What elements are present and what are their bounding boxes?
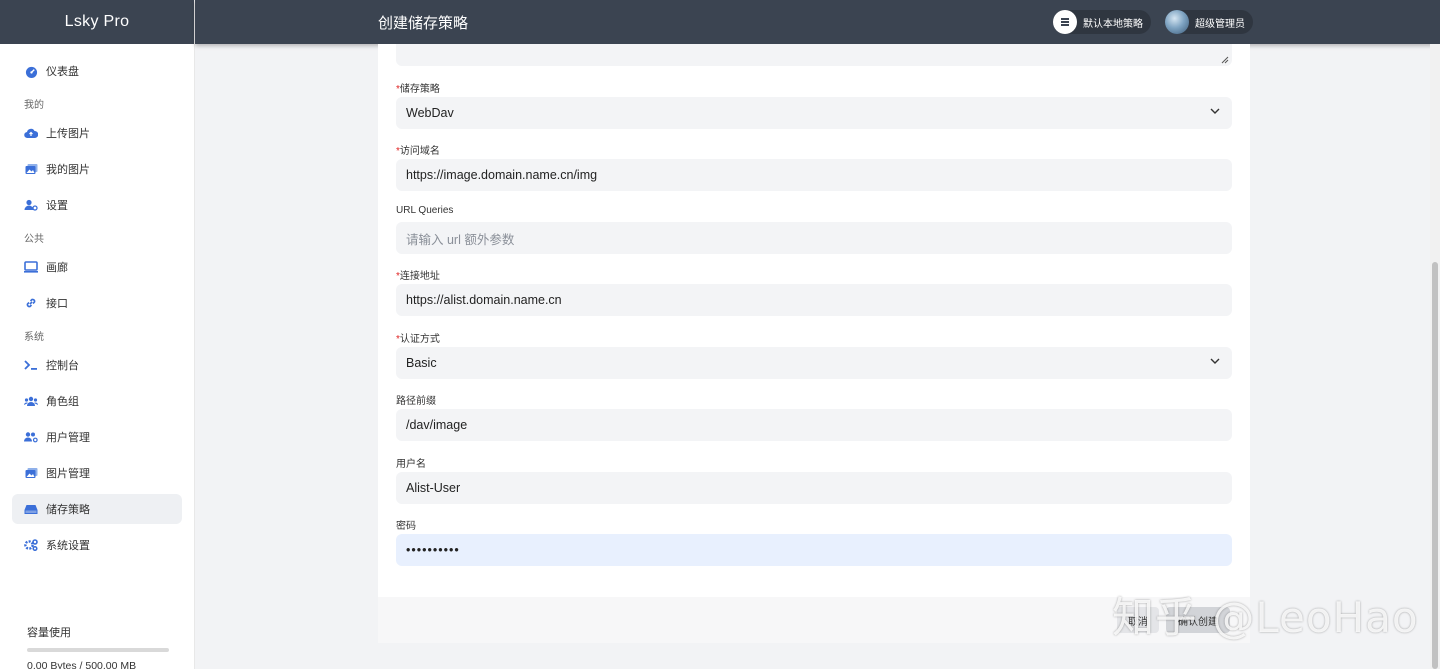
driver-value: WebDav — [406, 106, 454, 120]
chevron-down-icon — [1210, 108, 1220, 114]
user-menu-button[interactable]: 超级管理员 — [1165, 10, 1253, 34]
storage-usage: 容量使用 0.00 Bytes / 500.00 MB — [27, 624, 169, 669]
user-gear-icon — [24, 198, 38, 212]
images-icon — [24, 162, 38, 176]
sidebar-nav: 仪表盘 我的 上传图片 我的图片 设置 公共 画廊 接口 系统 控制台 角色组 … — [0, 44, 194, 560]
users-gear-icon — [24, 430, 38, 444]
strategy-label: 默认本地策略 — [1083, 18, 1143, 30]
avatar — [1165, 10, 1189, 34]
sidebar-item-label: 控制台 — [46, 360, 79, 372]
field-prefix: 路径前缀 /dav/image — [396, 392, 1232, 441]
field-url-queries: URL Queries 请输入 url 额外参数 — [396, 205, 1232, 254]
prefix-input[interactable]: /dav/image — [396, 409, 1232, 441]
default-strategy-button[interactable]: 默认本地策略 — [1053, 10, 1151, 34]
list-icon — [1053, 10, 1077, 34]
cloud-upload-icon — [24, 126, 38, 140]
field-password: 密码 •••••••••• — [396, 517, 1232, 566]
sidebar-item-api[interactable]: 接口 — [12, 288, 182, 318]
auth-select[interactable]: Basic — [396, 347, 1232, 379]
sidebar-item-label: 上传图片 — [46, 128, 90, 140]
sidebar: Lsky Pro 仪表盘 我的 上传图片 我的图片 设置 公共 画廊 接口 系统… — [0, 0, 195, 669]
gears-icon — [24, 538, 38, 552]
cancel-button[interactable]: 取消 — [1117, 607, 1159, 633]
field-auth: *认证方式 Basic — [396, 330, 1232, 379]
field-endpoint: *连接地址 https://alist.domain.name.cn — [396, 267, 1232, 316]
sidebar-item-label: 用户管理 — [46, 432, 90, 444]
section-public: 公共 — [24, 233, 44, 245]
sidebar-item-strategies[interactable]: 储存策略 — [12, 494, 182, 524]
sidebar-item-console[interactable]: 控制台 — [12, 350, 182, 380]
intro-textarea[interactable] — [396, 44, 1232, 66]
sidebar-item-label: 接口 — [46, 298, 68, 310]
top-header: 创建储存策略 默认本地策略 超级管理员 — [195, 0, 1440, 44]
create-strategy-card: *储存策略 WebDav *访问域名 https://image.domain.… — [378, 44, 1250, 597]
page-title: 创建储存策略 — [378, 15, 469, 32]
sidebar-item-settings[interactable]: 设置 — [12, 190, 182, 220]
field-domain: *访问域名 https://image.domain.name.cn/img — [396, 142, 1232, 191]
usage-text: 0.00 Bytes / 500.00 MB — [27, 660, 137, 669]
sidebar-item-label: 角色组 — [46, 396, 79, 408]
url-queries-input[interactable]: 请输入 url 额外参数 — [396, 222, 1232, 254]
sidebar-item-dashboard[interactable]: 仪表盘 — [12, 56, 182, 86]
confirm-create-button[interactable]: 确认创建 — [1166, 607, 1230, 633]
scrollbar-thumb[interactable] — [1432, 262, 1438, 669]
section-mine: 我的 — [24, 99, 44, 111]
endpoint-label: *连接地址 — [396, 271, 440, 282]
driver-label: *储存策略 — [396, 84, 440, 95]
images-icon — [24, 466, 38, 480]
usage-title: 容量使用 — [27, 627, 71, 639]
password-input[interactable]: •••••••••• — [396, 534, 1232, 566]
sidebar-item-roles[interactable]: 角色组 — [12, 386, 182, 416]
dashboard-icon — [24, 64, 38, 78]
sidebar-item-label: 图片管理 — [46, 468, 90, 480]
sidebar-item-gallery[interactable]: 画廊 — [12, 252, 182, 282]
sidebar-item-my-images[interactable]: 我的图片 — [12, 154, 182, 184]
sidebar-item-images[interactable]: 图片管理 — [12, 458, 182, 488]
username-label: 用户名 — [396, 459, 426, 470]
auth-label: *认证方式 — [396, 334, 440, 345]
url-queries-label: URL Queries — [396, 205, 454, 216]
page-scrollbar[interactable] — [1430, 44, 1440, 669]
sidebar-item-upload[interactable]: 上传图片 — [12, 118, 182, 148]
sidebar-item-label: 系统设置 — [46, 540, 90, 552]
field-username: 用户名 Alist-User — [396, 455, 1232, 504]
prefix-label: 路径前缀 — [396, 396, 436, 407]
hard-drive-icon — [24, 502, 38, 516]
domain-label: *访问域名 — [396, 146, 440, 157]
resize-handle-icon[interactable] — [1221, 56, 1229, 64]
endpoint-input[interactable]: https://alist.domain.name.cn — [396, 284, 1232, 316]
chevron-down-icon — [1210, 358, 1220, 364]
link-icon — [24, 296, 38, 310]
field-driver: *储存策略 WebDav — [396, 80, 1232, 129]
terminal-icon — [24, 358, 38, 372]
sidebar-item-label: 画廊 — [46, 262, 68, 274]
password-label: 密码 — [396, 521, 416, 532]
sidebar-item-label: 储存策略 — [46, 504, 90, 516]
driver-select[interactable]: WebDav — [396, 97, 1232, 129]
sidebar-item-system-settings[interactable]: 系统设置 — [12, 530, 182, 560]
monitor-icon — [24, 260, 38, 274]
section-system: 系统 — [24, 331, 44, 343]
domain-input[interactable]: https://image.domain.name.cn/img — [396, 159, 1232, 191]
sidebar-item-label: 设置 — [46, 200, 68, 212]
users-icon — [24, 394, 38, 408]
brand-logo[interactable]: Lsky Pro — [0, 0, 194, 44]
usage-progress-bar — [27, 648, 169, 652]
sidebar-item-label: 仪表盘 — [46, 66, 79, 78]
sidebar-item-users[interactable]: 用户管理 — [12, 422, 182, 452]
auth-value: Basic — [406, 356, 437, 370]
username-input[interactable]: Alist-User — [396, 472, 1232, 504]
user-label: 超级管理员 — [1195, 18, 1245, 30]
sidebar-item-label: 我的图片 — [46, 164, 90, 176]
